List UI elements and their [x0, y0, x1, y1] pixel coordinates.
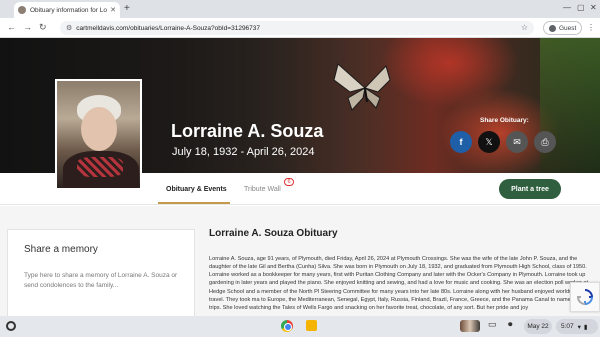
reload-icon[interactable]: ↻: [39, 22, 47, 33]
address-bar[interactable]: ⚙ cartmelldavis.com/obituaries/Lorraine-…: [60, 21, 534, 35]
x-icon: 𝕏: [485, 136, 493, 147]
print-button[interactable]: ⎙: [534, 131, 556, 153]
maximize-icon[interactable]: ▢: [577, 3, 585, 12]
tab-title: Obituary information for Lorrai: [30, 6, 107, 14]
tab-obituary-events[interactable]: Obituary & Events: [166, 186, 227, 193]
life-dates: July 18, 1932 - April 26, 2024: [172, 146, 315, 158]
deceased-name: Lorraine A. Souza: [171, 121, 324, 141]
new-tab-icon[interactable]: +: [124, 3, 130, 14]
mail-icon: ✉: [513, 136, 521, 147]
site-info-icon[interactable]: ⚙: [66, 24, 72, 32]
plant-a-tree-button[interactable]: Plant a tree: [499, 179, 561, 199]
active-tab-indicator: [158, 202, 230, 204]
close-tab-icon[interactable]: ✕: [110, 6, 116, 14]
share-email-button[interactable]: ✉: [506, 131, 528, 153]
share-facebook-button[interactable]: f: [450, 131, 472, 153]
browser-toolbar: ← → ↻ ⚙ cartmelldavis.com/obituaries/Lor…: [0, 18, 600, 38]
chrome-app-icon[interactable]: [281, 320, 293, 332]
os-shelf: ▭ ⏺ May 22 5:07 ▾ ▮: [0, 316, 600, 337]
web-page: Lorraine A. Souza July 18, 1932 - April …: [0, 38, 600, 316]
main-content: Share a memory Type here to share a memo…: [0, 206, 600, 316]
files-app-icon[interactable]: [306, 320, 317, 331]
share-obituary-label: Share Obituary:: [480, 117, 529, 124]
share-memory-title: Share a memory: [24, 244, 98, 255]
stop-icon[interactable]: ⏺: [508, 319, 513, 330]
system-status-area[interactable]: 5:07 ▾ ▮: [556, 319, 598, 334]
bookmark-star-icon[interactable]: ☆: [521, 23, 528, 32]
obituary-text: Lorraine A. Souza, age 91 years, of Plym…: [209, 256, 589, 311]
browser-menu-icon[interactable]: ⋮: [587, 23, 595, 32]
back-icon[interactable]: ←: [7, 22, 16, 32]
profile-icon: [549, 24, 556, 32]
obituary-title: Lorraine A. Souza Obituary: [209, 228, 338, 239]
recaptcha-badge[interactable]: [570, 282, 600, 312]
site-favicon-icon: [18, 6, 26, 14]
profile-label: Guest: [559, 24, 577, 32]
profile-button[interactable]: Guest: [543, 21, 583, 35]
launcher-icon[interactable]: [6, 321, 16, 331]
memory-input[interactable]: Type here to share a memory of Lorraine …: [24, 271, 178, 291]
facebook-icon: f: [459, 137, 463, 147]
leaf-decoration: [540, 38, 600, 173]
battery-icon: ▮: [583, 323, 588, 331]
wifi-icon: ▾: [577, 323, 581, 331]
tribute-count-badge: 6: [284, 178, 294, 186]
date-display[interactable]: May 22: [524, 319, 552, 334]
share-memory-card: Share a memory Type here to share a memo…: [7, 229, 195, 316]
butterfly-image: [333, 63, 391, 111]
url-text: cartmelldavis.com/obituaries/Lorraine-A-…: [76, 24, 261, 32]
forward-icon[interactable]: →: [23, 22, 32, 32]
screen-capture-icon[interactable]: ▭: [488, 319, 497, 330]
minimize-icon[interactable]: —: [563, 3, 571, 12]
recaptcha-icon: [576, 289, 594, 306]
close-window-icon[interactable]: ✕: [590, 3, 597, 12]
browser-tab[interactable]: Obituary information for Lorrai ✕: [14, 2, 120, 18]
share-x-button[interactable]: 𝕏: [478, 131, 500, 153]
clock-time: 5:07: [561, 323, 574, 330]
tab-tribute-wall[interactable]: Tribute Wall: [244, 186, 281, 193]
browser-tab-bar: Obituary information for Lorrai ✕ + — ▢ …: [0, 0, 600, 18]
holding-space-thumbnail[interactable]: [460, 320, 480, 332]
print-icon: ⎙: [541, 136, 549, 147]
deceased-photo: [55, 79, 142, 190]
